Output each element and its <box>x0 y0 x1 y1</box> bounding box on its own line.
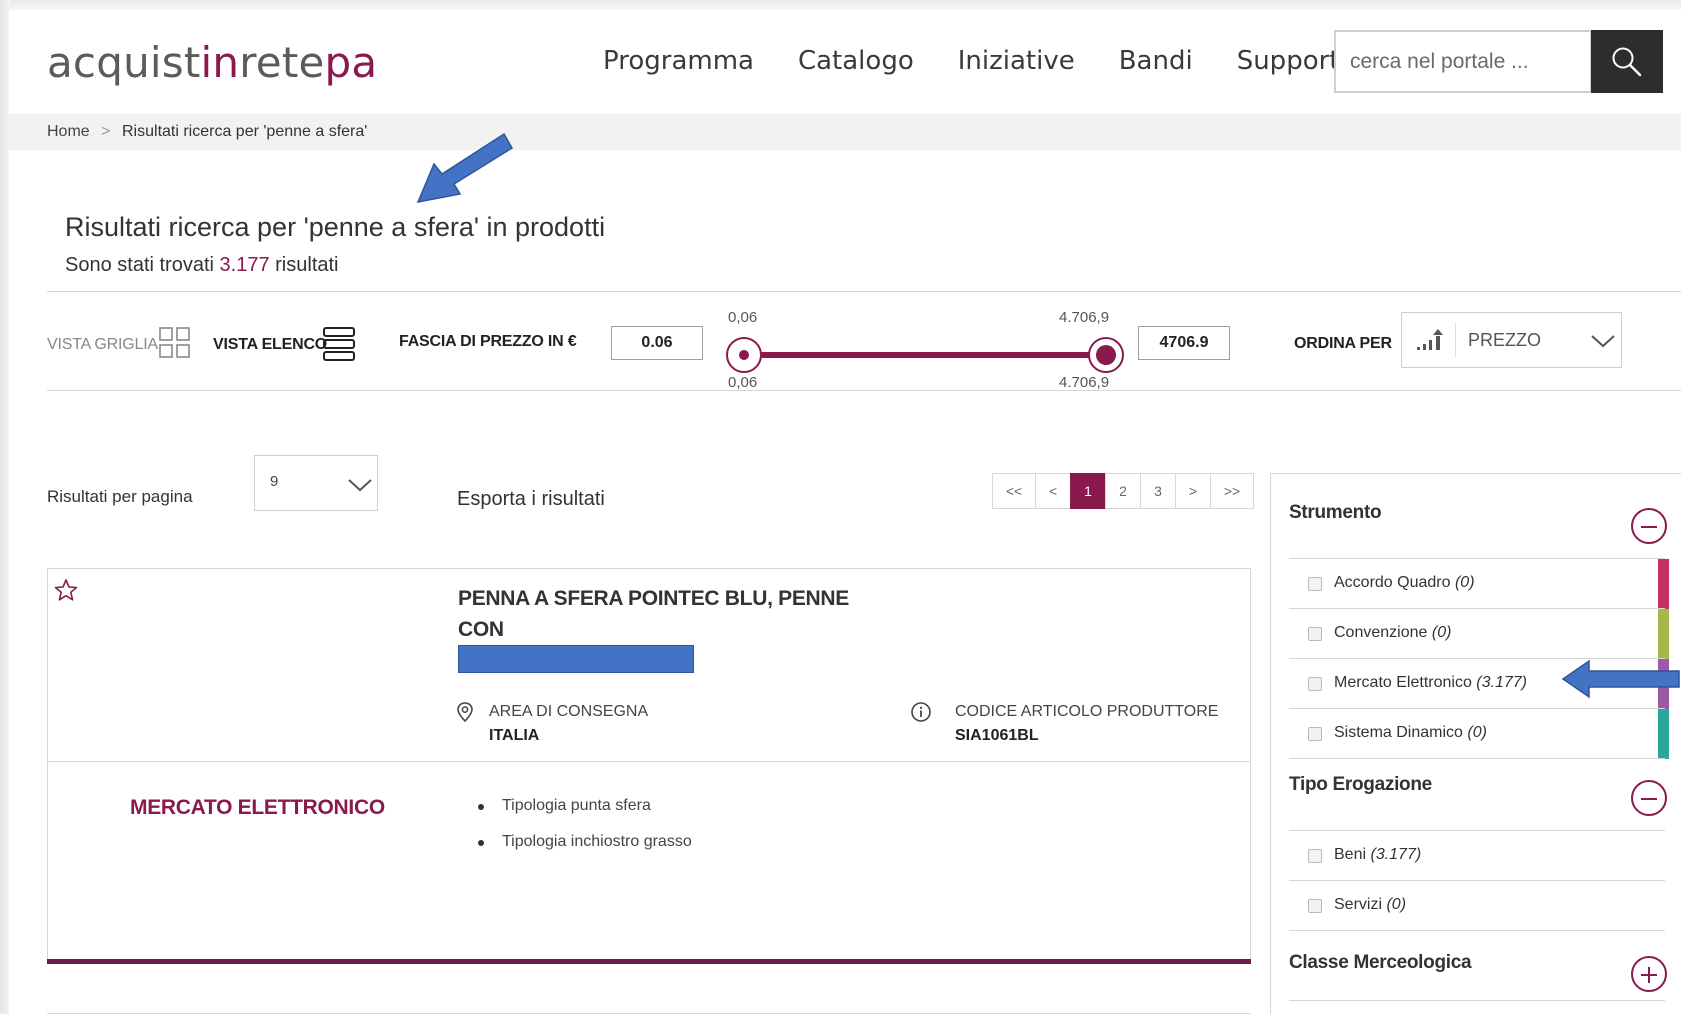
checkbox[interactable] <box>1308 727 1322 741</box>
pager-next[interactable]: > <box>1175 473 1211 509</box>
site-header: acquistinretepa Programma Catalogo Inizi… <box>9 12 1681 114</box>
results-per-page-select[interactable]: 9 <box>254 455 378 511</box>
expand-icon[interactable] <box>1631 956 1667 992</box>
nav-iniziative[interactable]: Iniziative <box>958 46 1075 76</box>
facet-option-sistema-dinamico[interactable]: Sistema Dinamico (0) <box>1289 708 1669 759</box>
facet-title-tipo-erogazione[interactable]: Tipo Erogazione <box>1289 774 1432 796</box>
list-item: Tipologia inchiostro grasso <box>478 833 692 851</box>
checkbox[interactable] <box>1308 849 1322 863</box>
pagination: << < 1 2 3 > >> <box>992 473 1254 509</box>
info-icon <box>911 702 931 722</box>
facet-option-servizi[interactable]: Servizi (0) <box>1289 880 1665 930</box>
sort-bars-icon <box>1417 329 1443 350</box>
page-title: Risultati ricerca per 'penne a sfera' in… <box>65 212 606 242</box>
card-accent-bar <box>47 959 1251 964</box>
site-logo[interactable]: acquistinretepa <box>47 38 377 87</box>
product-code-value: SIA1061BL <box>955 727 1039 744</box>
collapse-icon[interactable] <box>1631 780 1667 816</box>
checkbox[interactable] <box>1308 677 1322 691</box>
color-marker <box>1658 559 1669 609</box>
slider-max-top-label: 4.706,9 <box>1059 309 1110 326</box>
nav-programma[interactable]: Programma <box>603 46 754 76</box>
facet-option-beni[interactable]: Beni (3.177) <box>1289 830 1665 880</box>
browser-page: acquistinretepa Programma Catalogo Inizi… <box>9 12 1681 1014</box>
main-nav: Programma Catalogo Iniziative Bandi Supp… <box>603 46 1399 76</box>
pager-page-3[interactable]: 3 <box>1140 473 1176 509</box>
delivery-area-label: AREA DI CONSEGNA <box>489 703 649 720</box>
price-max-input[interactable]: 4706.9 <box>1138 326 1230 360</box>
collapse-icon[interactable] <box>1631 508 1667 544</box>
breadcrumb: Home > Risultati ricerca per 'penne a sf… <box>9 114 1681 150</box>
divider <box>47 291 1681 292</box>
pager-first[interactable]: << <box>992 473 1036 509</box>
product-card[interactable]: PENNA A SFERA POINTEC BLU, PENNE CON CAP… <box>47 568 1251 964</box>
list-item: Tipologia punta sfera <box>478 797 692 815</box>
color-marker <box>1658 609 1669 659</box>
breadcrumb-separator: > <box>101 123 111 140</box>
vista-griglia-button[interactable]: VISTA GRIGLIA <box>47 336 158 354</box>
results-per-page-label: Risultati per pagina <box>47 487 193 506</box>
search-box <box>1334 30 1592 93</box>
price-slider-track[interactable] <box>754 352 1109 358</box>
results-per-page-value: 9 <box>270 473 279 490</box>
price-slider-max-handle[interactable] <box>1088 337 1124 373</box>
pager-prev[interactable]: < <box>1035 473 1071 509</box>
grid-view-icon[interactable] <box>158 326 192 360</box>
color-marker <box>1658 709 1669 759</box>
channel-label: MERCATO ELETTRONICO <box>130 796 385 819</box>
annotation-arrow-left <box>1561 659 1680 699</box>
nav-bandi[interactable]: Bandi <box>1119 46 1193 76</box>
sort-label: ORDINA PER <box>1294 335 1392 352</box>
star-icon[interactable] <box>53 577 79 603</box>
search-icon <box>1612 47 1642 76</box>
facet-title-strumento[interactable]: Strumento <box>1289 502 1382 524</box>
location-pin-icon <box>457 702 473 723</box>
filter-panel: Strumento Accordo Quadro (0) Convenzione… <box>1270 473 1681 1014</box>
pager-page-2[interactable]: 2 <box>1105 473 1141 509</box>
annotation-arrow-down-left <box>416 132 514 203</box>
price-range-label: FASCIA DI PREZZO IN € <box>399 333 577 350</box>
sort-select[interactable]: PREZZO <box>1401 312 1622 368</box>
list-view-icon[interactable] <box>322 326 356 362</box>
search-button[interactable] <box>1591 30 1663 93</box>
facet-title-classe-merceologica[interactable]: Classe Merceologica <box>1289 952 1472 974</box>
divider <box>47 390 1681 391</box>
checkbox[interactable] <box>1308 627 1322 641</box>
chevron-down-icon <box>348 479 372 492</box>
product-code-label: CODICE ARTICOLO PRODUTTORE <box>955 703 1219 720</box>
slider-max-bottom-label: 4.706,9 <box>1059 374 1110 391</box>
chevron-down-icon <box>1591 335 1615 348</box>
breadcrumb-current: Risultati ricerca per 'penne a sfera' <box>122 123 368 140</box>
pager-last[interactable]: >> <box>1210 473 1254 509</box>
redaction-box <box>458 645 694 673</box>
slider-min-top-label: 0,06 <box>728 309 758 326</box>
delivery-area-value: ITALIA <box>489 727 540 744</box>
nav-catalogo[interactable]: Catalogo <box>798 46 914 76</box>
facet-option-convenzione[interactable]: Convenzione (0) <box>1289 608 1669 659</box>
breadcrumb-home[interactable]: Home <box>47 123 90 141</box>
pager-page-1[interactable]: 1 <box>1070 473 1106 509</box>
product-features: Tipologia punta sfera Tipologia inchiost… <box>478 797 692 869</box>
slider-min-bottom-label: 0,06 <box>728 374 758 391</box>
price-min-input[interactable]: 0.06 <box>611 326 703 360</box>
search-input[interactable] <box>1336 32 1590 91</box>
sort-value: PREZZO <box>1468 330 1542 350</box>
vista-elenco-button[interactable]: VISTA ELENCO <box>213 336 327 354</box>
checkbox[interactable] <box>1308 899 1322 913</box>
results-count: Sono stati trovati 3.177 risultati <box>65 254 339 276</box>
export-results-link[interactable]: Esporta i risultati <box>457 488 605 511</box>
facet-option-accordo-quadro[interactable]: Accordo Quadro (0) <box>1289 558 1669 609</box>
price-slider-min-handle[interactable] <box>726 337 762 373</box>
checkbox[interactable] <box>1308 577 1322 591</box>
